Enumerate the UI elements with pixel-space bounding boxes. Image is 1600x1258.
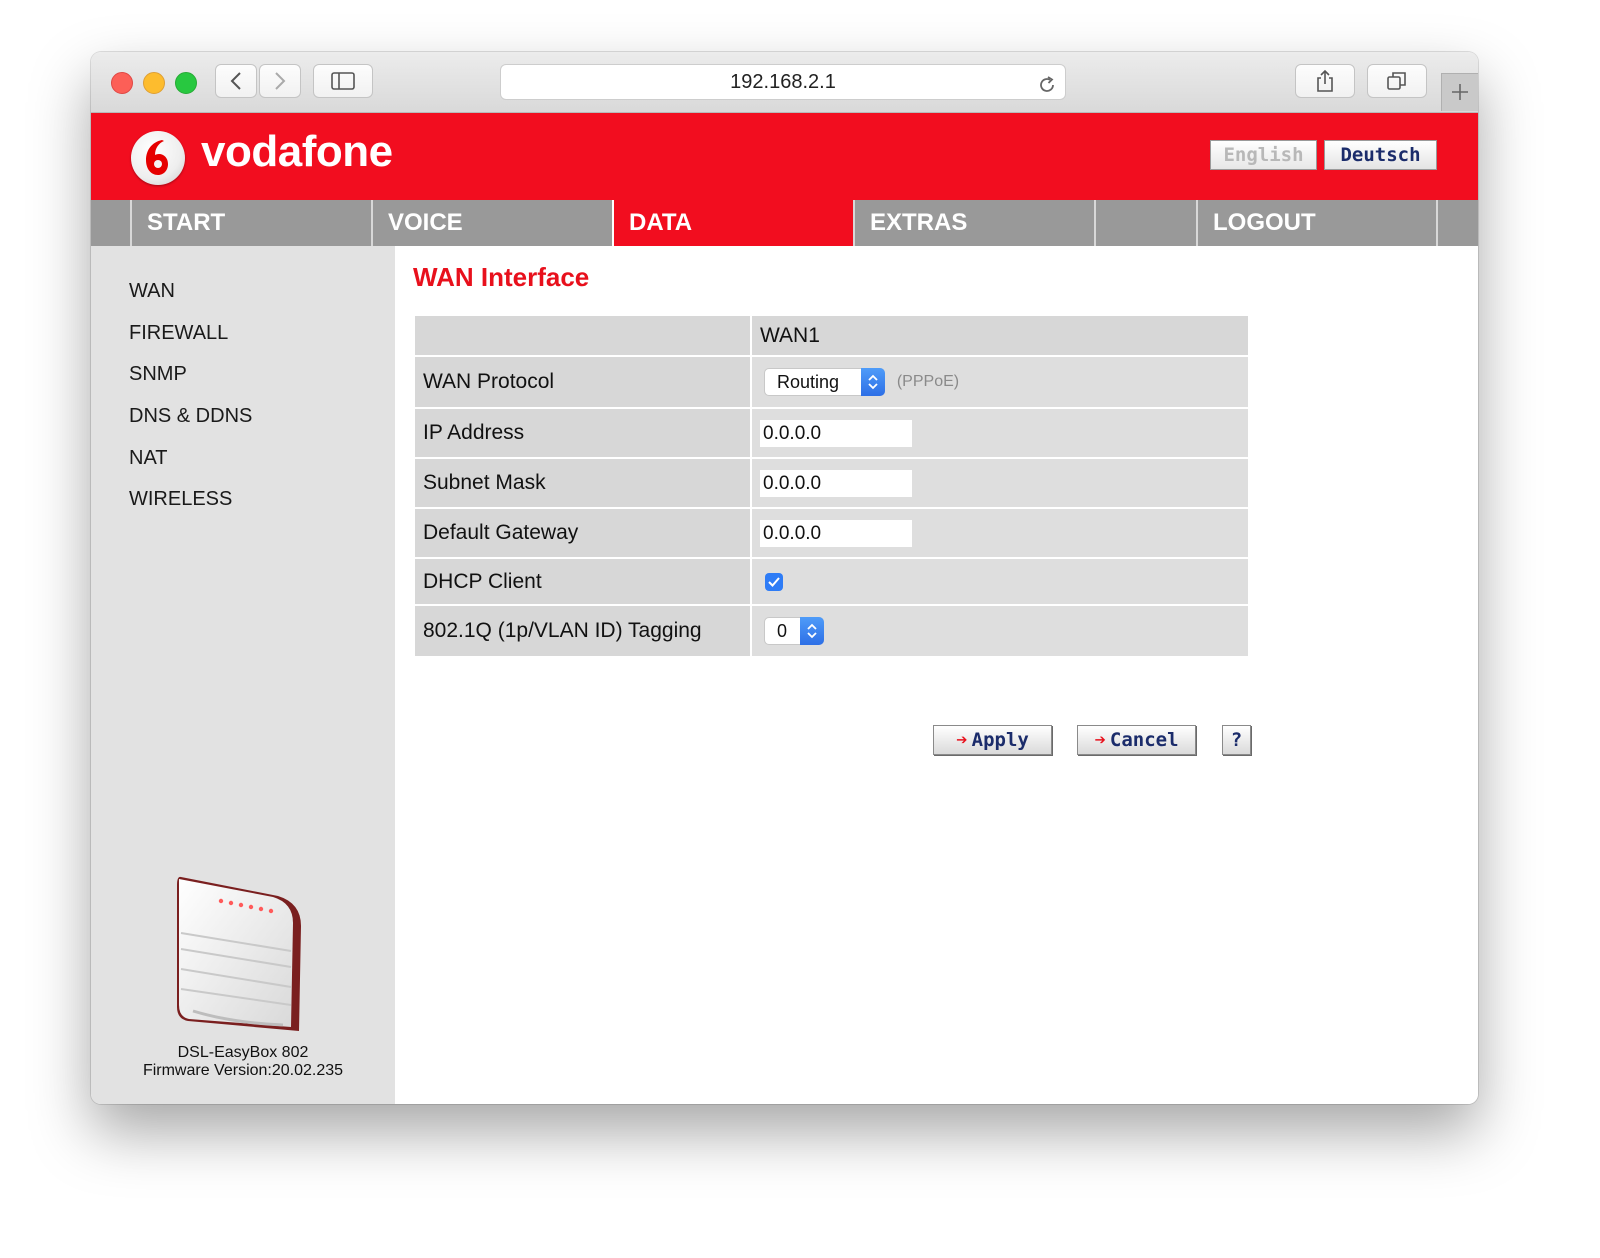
share-button[interactable]: [1295, 64, 1355, 98]
table-header-empty: [413, 314, 752, 357]
subnet-mask-label: Subnet Mask: [413, 457, 752, 509]
browser-window: 192.168.2.1 vodafone English Deutsch STA…: [91, 52, 1478, 1104]
vlan-tagging-cell: 0: [750, 604, 1250, 658]
cancel-button[interactable]: ➔ Cancel: [1077, 725, 1196, 755]
forward-button[interactable]: [259, 64, 301, 98]
sidebar-toggle-button[interactable]: [313, 64, 373, 98]
tabs-icon: [1387, 72, 1406, 90]
wan-protocol-label: WAN Protocol: [413, 355, 752, 409]
ip-address-label: IP Address: [413, 407, 752, 459]
firmware-version: Firmware Version:20.02.235: [142, 1062, 344, 1079]
table-row: Subnet Mask 0.0.0.0: [413, 457, 1250, 509]
main-nav: START VOICE DATA EXTRAS LOGOUT: [91, 200, 1478, 246]
wan-protocol-select[interactable]: Routing: [764, 368, 885, 396]
vlan-tagging-value: 0: [777, 621, 788, 641]
arrow-right-icon: ➔: [1094, 729, 1106, 751]
wan-protocol-hint: (PPPoE): [896, 373, 960, 390]
chevron-right-icon: [275, 72, 286, 90]
site-header: vodafone English Deutsch: [91, 113, 1478, 200]
sidebar-item-wan[interactable]: WAN: [129, 280, 175, 303]
table-row: WAN Protocol Routing (PPPoE): [413, 355, 1250, 409]
sidebar-item-dns-ddns[interactable]: DNS & DDNS: [129, 405, 252, 428]
ip-address-cell: 0.0.0.0: [750, 407, 1250, 459]
nav-logout[interactable]: LOGOUT: [1196, 200, 1436, 246]
sidebar-item-snmp[interactable]: SNMP: [129, 363, 187, 386]
tabs-overview-button[interactable]: [1367, 64, 1427, 98]
apply-label: Apply: [971, 729, 1029, 751]
nav-divider: [1436, 200, 1438, 246]
back-button[interactable]: [215, 64, 257, 98]
brand-name: vodafone: [201, 127, 393, 176]
wan-settings-table: WAN1 WAN Protocol Routing (PPPoE) IP Add…: [413, 314, 1250, 658]
reload-icon[interactable]: [1037, 72, 1057, 106]
nav-data[interactable]: DATA: [612, 200, 853, 246]
device-model: DSL-EasyBox 802: [177, 1044, 309, 1061]
browser-toolbar: 192.168.2.1: [91, 52, 1478, 113]
plus-icon: [1452, 84, 1468, 100]
address-bar[interactable]: 192.168.2.1: [500, 64, 1066, 100]
select-arrows-icon: [800, 617, 824, 645]
select-arrows-icon: [861, 368, 885, 396]
table-row: 802.1Q (1p/VLAN ID) Tagging 0: [413, 604, 1250, 658]
default-gateway-label: Default Gateway: [413, 507, 752, 559]
dhcp-client-label: DHCP Client: [413, 557, 752, 606]
zoom-window-button[interactable]: [175, 72, 197, 94]
main-content: WAN Interface WAN1 WAN Protocol Routing …: [395, 246, 1478, 1104]
share-icon: [1317, 69, 1333, 92]
sidebar-item-firewall[interactable]: FIREWALL: [129, 322, 228, 345]
sidebar-icon: [331, 72, 355, 90]
checkmark-icon: [768, 577, 780, 587]
table-header-row: WAN1: [413, 314, 1250, 357]
subnet-mask-cell: 0.0.0.0: [750, 457, 1250, 509]
table-row: DHCP Client: [413, 557, 1250, 606]
language-deutsch-button[interactable]: Deutsch: [1324, 140, 1437, 170]
cancel-label: Cancel: [1109, 729, 1179, 751]
sidebar-item-nat[interactable]: NAT: [129, 447, 168, 470]
vodafone-logo-icon: [131, 131, 185, 185]
table-row: Default Gateway 0.0.0.0: [413, 507, 1250, 559]
nav-empty: [1094, 200, 1196, 246]
subnet-mask-input[interactable]: 0.0.0.0: [760, 469, 912, 497]
vlan-tagging-label: 802.1Q (1p/VLAN ID) Tagging: [413, 604, 752, 658]
url-text: 192.168.2.1: [730, 71, 836, 93]
nav-voice[interactable]: VOICE: [371, 200, 612, 246]
language-english-button[interactable]: English: [1210, 140, 1317, 170]
wan-protocol-cell: Routing (PPPoE): [750, 355, 1250, 409]
default-gateway-cell: 0.0.0.0: [750, 507, 1250, 559]
ip-address-input[interactable]: 0.0.0.0: [760, 419, 912, 447]
minimize-window-button[interactable]: [143, 72, 165, 94]
wan-protocol-value: Routing: [777, 372, 840, 392]
nav-start[interactable]: START: [130, 200, 371, 246]
router-device-image: [177, 876, 301, 1031]
close-window-button[interactable]: [111, 72, 133, 94]
default-gateway-input[interactable]: 0.0.0.0: [760, 519, 912, 547]
apply-button[interactable]: ➔ Apply: [933, 725, 1052, 755]
column-header-wan1: WAN1: [750, 314, 1250, 357]
new-tab-button[interactable]: [1441, 73, 1478, 111]
page-title: WAN Interface: [413, 262, 590, 292]
nav-extras[interactable]: EXTRAS: [853, 200, 1094, 246]
table-row: IP Address 0.0.0.0: [413, 407, 1250, 459]
dhcp-client-checkbox[interactable]: [765, 572, 783, 591]
vlan-tagging-select[interactable]: 0: [764, 617, 824, 645]
arrow-right-icon: ➔: [956, 729, 968, 751]
sidebar-item-wireless[interactable]: WIRELESS: [129, 488, 232, 511]
chevron-left-icon: [230, 72, 241, 90]
sidebar: WAN FIREWALL SNMP DNS & DDNS NAT WIRELES…: [91, 246, 395, 1104]
help-button[interactable]: ?: [1222, 725, 1251, 755]
dhcp-client-cell: [750, 557, 1250, 606]
